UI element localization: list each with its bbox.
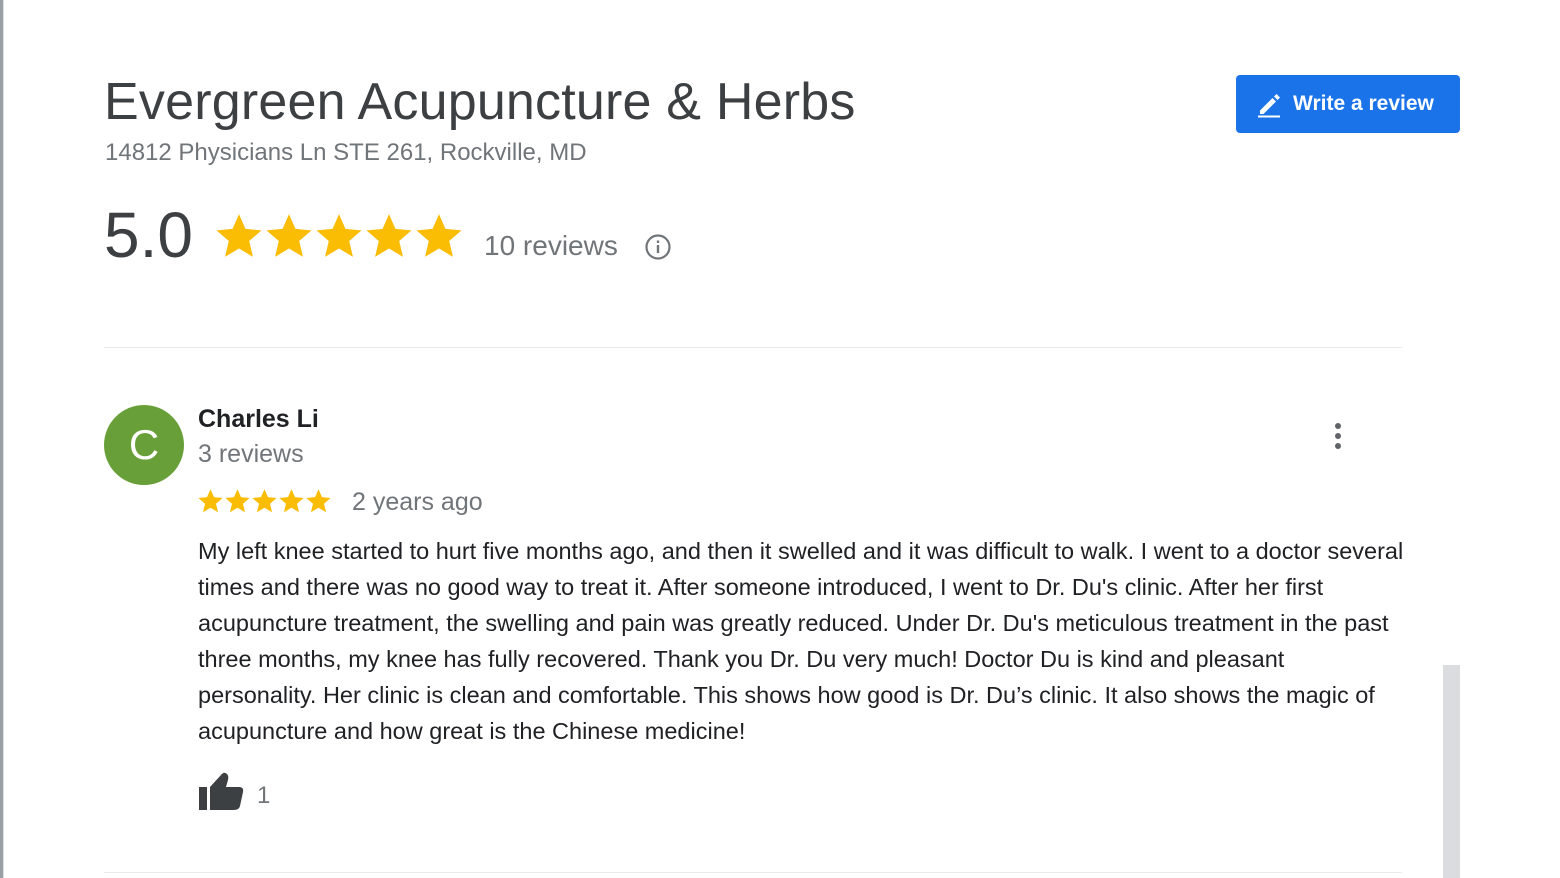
business-name: Evergreen Acupuncture & Herbs (104, 73, 856, 131)
avatar-letter: C (128, 421, 160, 468)
thumbs-up-icon[interactable] (197, 770, 245, 812)
info-icon[interactable] (643, 232, 673, 262)
star-icon (306, 489, 331, 513)
review-count: 10 reviews (484, 230, 618, 261)
average-rating-stars (214, 210, 464, 262)
reviewer-name[interactable]: Charles Li (198, 405, 319, 434)
star-icon (252, 489, 277, 513)
write-review-label: Write a review (1293, 92, 1434, 115)
star-icon (225, 489, 250, 513)
review-time: 2 years ago (352, 488, 483, 516)
star-icon (266, 214, 312, 257)
scrollbar-thumb[interactable] (1443, 665, 1460, 878)
star-icon (216, 214, 262, 257)
avatar[interactable]: C (104, 405, 184, 485)
pencil-icon (1254, 89, 1284, 119)
star-icon (279, 489, 304, 513)
review-divider (104, 872, 1402, 873)
star-icon (416, 214, 462, 257)
business-address: 14812 Physicians Ln STE 261, Rockville, … (105, 139, 587, 166)
more-vert-icon[interactable] (1326, 420, 1350, 454)
star-icon (198, 489, 223, 513)
write-review-button[interactable]: Write a review (1236, 75, 1460, 133)
review-stars (197, 487, 332, 515)
like-count: 1 (257, 782, 271, 809)
reviewer-review-count: 3 reviews (198, 440, 304, 468)
section-divider (104, 347, 1402, 348)
star-icon (316, 214, 362, 257)
average-rating: 5.0 (104, 199, 193, 271)
window-left-edge-highlight (3, 0, 4, 878)
review-text: My left knee started to hurt five months… (198, 538, 1404, 744)
star-icon (366, 214, 412, 257)
